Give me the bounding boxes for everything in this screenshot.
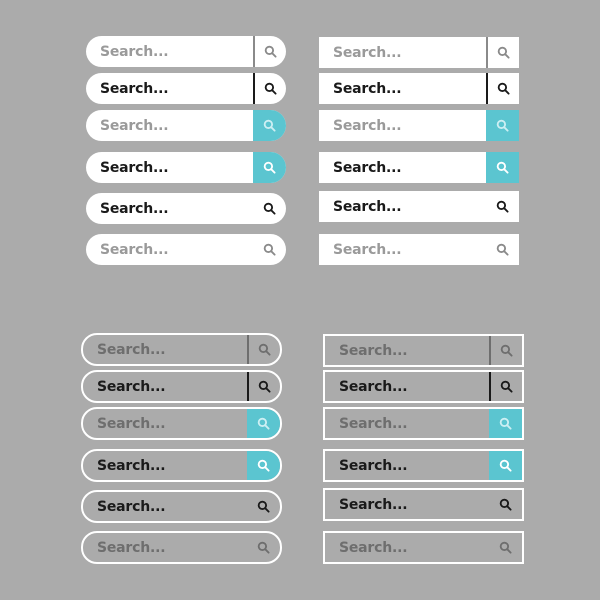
search-button[interactable] bbox=[489, 409, 522, 438]
search-input[interactable]: Search... bbox=[319, 152, 486, 183]
search-icon bbox=[500, 344, 513, 357]
search-input[interactable]: Search... bbox=[319, 234, 486, 265]
search-bar[interactable]: Search... bbox=[323, 449, 524, 482]
search-button[interactable] bbox=[489, 533, 522, 562]
search-input[interactable]: Search... bbox=[319, 110, 486, 141]
search-button[interactable] bbox=[247, 335, 280, 364]
search-icon bbox=[264, 45, 277, 58]
search-icon bbox=[257, 459, 270, 472]
search-input[interactable]: Search... bbox=[319, 37, 486, 68]
search-button[interactable] bbox=[247, 533, 280, 562]
search-button[interactable] bbox=[253, 234, 286, 265]
search-input[interactable]: Search... bbox=[86, 110, 253, 141]
search-bar[interactable]: Search... bbox=[319, 73, 519, 104]
search-button[interactable] bbox=[489, 372, 522, 401]
search-bar[interactable]: Search... bbox=[81, 531, 282, 564]
search-button[interactable] bbox=[253, 110, 286, 141]
search-bar[interactable]: Search... bbox=[319, 234, 519, 265]
search-input[interactable]: Search... bbox=[83, 372, 247, 401]
search-icon bbox=[496, 243, 509, 256]
search-input[interactable]: Search... bbox=[86, 234, 253, 265]
search-bar[interactable]: Search... bbox=[319, 37, 519, 68]
search-input[interactable]: Search... bbox=[319, 191, 486, 222]
search-bar[interactable]: Search... bbox=[81, 333, 282, 366]
search-icon bbox=[263, 119, 276, 132]
search-bar[interactable]: Search... bbox=[81, 490, 282, 523]
search-button[interactable] bbox=[489, 451, 522, 480]
search-button[interactable] bbox=[486, 37, 519, 68]
search-input[interactable]: Search... bbox=[325, 451, 489, 480]
search-input[interactable]: Search... bbox=[325, 490, 489, 519]
search-bar[interactable]: Search... bbox=[323, 488, 524, 521]
search-icon bbox=[496, 200, 509, 213]
search-bar[interactable]: Search... bbox=[86, 110, 286, 141]
search-input[interactable]: Search... bbox=[83, 451, 247, 480]
search-icon bbox=[499, 459, 512, 472]
search-icon bbox=[263, 202, 276, 215]
search-icon bbox=[257, 417, 270, 430]
search-icon bbox=[263, 161, 276, 174]
search-icon bbox=[496, 161, 509, 174]
search-input[interactable]: Search... bbox=[86, 36, 253, 67]
search-bar[interactable]: Search... bbox=[323, 370, 524, 403]
search-input[interactable]: Search... bbox=[325, 372, 489, 401]
search-bar[interactable]: Search... bbox=[323, 531, 524, 564]
search-icon bbox=[499, 417, 512, 430]
search-icon bbox=[264, 82, 277, 95]
search-icon bbox=[497, 82, 510, 95]
search-bar[interactable]: Search... bbox=[319, 110, 519, 141]
search-icon bbox=[258, 343, 271, 356]
search-button[interactable] bbox=[489, 336, 522, 365]
search-icon bbox=[499, 541, 512, 554]
search-button[interactable] bbox=[486, 234, 519, 265]
search-bar[interactable]: Search... bbox=[86, 73, 286, 104]
search-button[interactable] bbox=[253, 36, 286, 67]
search-button[interactable] bbox=[247, 409, 280, 438]
search-input[interactable]: Search... bbox=[86, 152, 253, 183]
search-button[interactable] bbox=[247, 372, 280, 401]
search-bar[interactable]: Search... bbox=[323, 407, 524, 440]
search-bar[interactable]: Search... bbox=[81, 370, 282, 403]
search-input[interactable]: Search... bbox=[83, 533, 247, 562]
search-button[interactable] bbox=[489, 490, 522, 519]
search-bar[interactable]: Search... bbox=[319, 152, 519, 183]
search-icon bbox=[500, 380, 513, 393]
search-input[interactable]: Search... bbox=[325, 533, 489, 562]
search-bar[interactable]: Search... bbox=[86, 234, 286, 265]
search-icon bbox=[263, 243, 276, 256]
search-bar[interactable]: Search... bbox=[319, 191, 519, 222]
search-input[interactable]: Search... bbox=[325, 409, 489, 438]
search-button[interactable] bbox=[253, 73, 286, 104]
search-bar[interactable]: Search... bbox=[323, 334, 524, 367]
search-input[interactable]: Search... bbox=[83, 492, 247, 521]
search-button[interactable] bbox=[486, 191, 519, 222]
search-input[interactable]: Search... bbox=[319, 73, 486, 104]
search-input[interactable]: Search... bbox=[83, 409, 247, 438]
search-button[interactable] bbox=[253, 152, 286, 183]
search-icon bbox=[258, 380, 271, 393]
search-bar[interactable]: Search... bbox=[86, 152, 286, 183]
search-bar[interactable]: Search... bbox=[81, 407, 282, 440]
search-input[interactable]: Search... bbox=[86, 73, 253, 104]
search-button[interactable] bbox=[486, 152, 519, 183]
search-icon bbox=[499, 498, 512, 511]
search-button[interactable] bbox=[253, 193, 286, 224]
search-button[interactable] bbox=[486, 110, 519, 141]
search-bar[interactable]: Search... bbox=[86, 193, 286, 224]
search-input[interactable]: Search... bbox=[83, 335, 247, 364]
search-button[interactable] bbox=[247, 492, 280, 521]
search-bar[interactable]: Search... bbox=[86, 36, 286, 67]
search-button[interactable] bbox=[247, 451, 280, 480]
search-bar[interactable]: Search... bbox=[81, 449, 282, 482]
search-icon bbox=[257, 500, 270, 513]
search-icon bbox=[257, 541, 270, 554]
search-input[interactable]: Search... bbox=[86, 193, 253, 224]
search-icon bbox=[497, 46, 510, 59]
search-input[interactable]: Search... bbox=[325, 336, 489, 365]
search-button[interactable] bbox=[486, 73, 519, 104]
search-icon bbox=[496, 119, 509, 132]
